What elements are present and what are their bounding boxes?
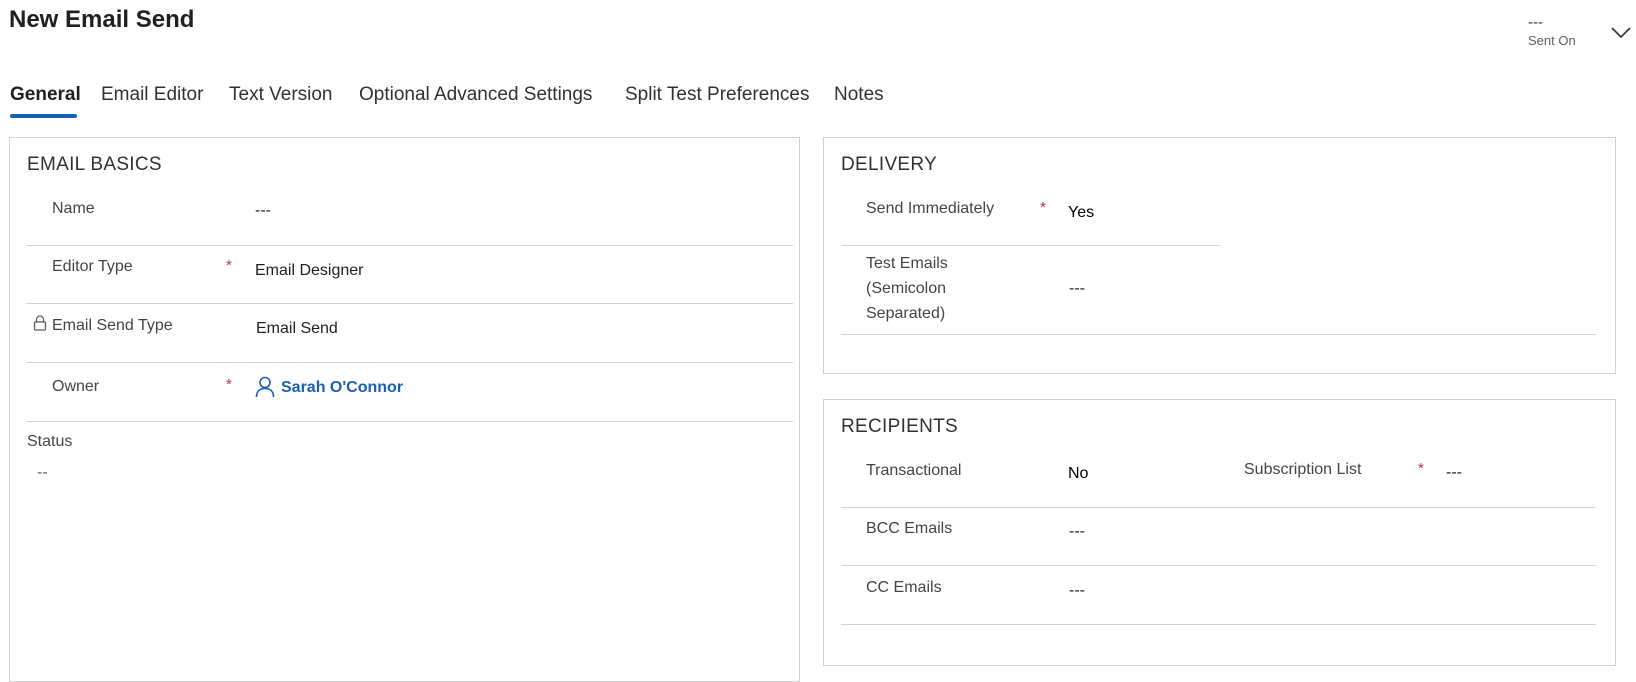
required-indicator: * [226,376,232,393]
editor-type-field[interactable]: Email Designer [255,262,363,280]
sent-on-value: --- [1528,14,1543,31]
chevron-down-icon[interactable] [1610,24,1632,40]
test-emails-label-line2: (Semicolon [866,280,947,297]
tab-split-test-preferences[interactable]: Split Test Preferences [625,84,809,106]
divider [841,565,1596,566]
owner-label: Owner [52,378,100,395]
section-title: DELIVERY [841,154,938,175]
status-value: -- [37,464,48,481]
test-emails-field[interactable]: --- [1069,280,1085,298]
tab-general[interactable]: General [10,84,81,106]
delivery-section: DELIVERY Send Immediately * Yes Test Ema… [823,137,1616,374]
divider [27,421,793,422]
required-indicator: * [1040,199,1046,216]
subscription-list-field[interactable]: --- [1446,464,1462,482]
divider [841,507,1596,508]
bcc-emails-label: BCC Emails [866,520,953,537]
section-title: EMAIL BASICS [27,154,162,175]
tab-notes[interactable]: Notes [834,84,884,106]
required-indicator: * [1418,460,1424,477]
owner-link[interactable]: Sarah O'Connor [281,379,403,397]
status-label: Status [27,433,73,450]
tab-email-editor[interactable]: Email Editor [101,84,203,106]
tab-optional-advanced-settings[interactable]: Optional Advanced Settings [359,84,592,106]
person-icon [255,376,275,398]
name-field[interactable]: --- [255,202,271,220]
name-label: Name [52,200,95,217]
required-indicator: * [226,257,232,274]
email-basics-section: EMAIL BASICS Name --- Editor Type * Emai… [9,137,800,682]
cc-emails-label: CC Emails [866,579,942,596]
divider [27,245,793,246]
bcc-emails-field[interactable]: --- [1069,523,1085,541]
divider [841,334,1596,335]
transactional-field[interactable]: No [1068,465,1088,483]
divider [27,303,793,304]
divider [841,245,1220,246]
email-send-type-label: Email Send Type [52,317,173,334]
sent-on-label: Sent On [1528,33,1576,48]
test-emails-label-line1: Test Emails [866,255,948,272]
send-immediately-field[interactable]: Yes [1068,204,1094,222]
test-emails-label-line3: Separated) [866,305,946,322]
tab-text-version[interactable]: Text Version [229,84,333,106]
active-tab-indicator [10,114,77,118]
divider [841,624,1596,625]
editor-type-label: Editor Type [52,258,133,275]
page-title: New Email Send [9,6,195,33]
subscription-list-label: Subscription List [1244,461,1362,478]
recipients-section: RECIPIENTS Transactional No Subscription… [823,399,1616,666]
email-send-type-field: Email Send [256,320,338,337]
transactional-label: Transactional [866,462,962,479]
lock-icon [33,315,47,331]
send-immediately-label: Send Immediately [866,200,995,217]
cc-emails-field[interactable]: --- [1069,582,1085,600]
section-title: RECIPIENTS [841,416,959,437]
sent-on-field: --- Sent On [1528,14,1576,48]
divider [27,362,793,363]
